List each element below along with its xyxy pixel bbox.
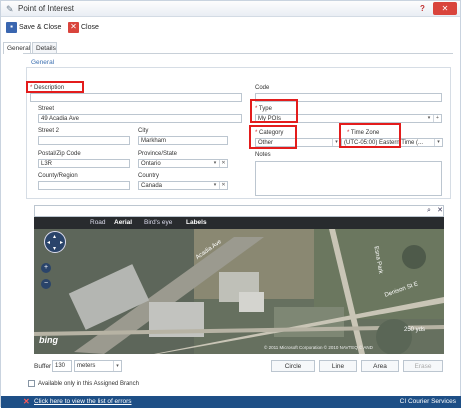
notes-textarea[interactable] bbox=[255, 161, 442, 196]
pin-icon: ✎ bbox=[6, 4, 14, 14]
street-label: Street bbox=[38, 106, 55, 112]
description-input[interactable] bbox=[30, 93, 242, 102]
chevron-down-icon: ▾ bbox=[213, 160, 217, 166]
erase-button[interactable]: Erase bbox=[403, 360, 443, 372]
city-input[interactable]: Markham bbox=[138, 136, 228, 145]
buffer-unit-select[interactable]: meters ▾ bbox=[74, 360, 122, 372]
line-button[interactable]: Line bbox=[319, 360, 357, 372]
map-tab-road[interactable]: Road bbox=[90, 219, 106, 226]
status-bar: ✕ Click here to view the list of errors … bbox=[1, 396, 461, 408]
section-title: General bbox=[31, 59, 55, 66]
map-tab-birds-eye[interactable]: Bird's eye bbox=[144, 219, 172, 226]
country-value: Canada bbox=[141, 183, 163, 189]
county-input[interactable] bbox=[38, 181, 130, 190]
error-icon: ✕ bbox=[23, 397, 30, 406]
chevron-down-icon: ▾ bbox=[213, 182, 217, 188]
pan-down-icon[interactable]: ▾ bbox=[53, 245, 56, 252]
scale-bar-label: 250 yds bbox=[404, 327, 426, 333]
country-select[interactable]: Canada ▾ ✕ bbox=[138, 181, 228, 190]
zoom-out-icon[interactable]: − bbox=[41, 279, 51, 289]
map-tab-aerial[interactable]: Aerial bbox=[114, 219, 132, 226]
search-icon[interactable]: ⌕ bbox=[424, 205, 434, 217]
street-input[interactable]: 49 Acadia Ave bbox=[38, 114, 242, 123]
postal-label: Postal/Zip Code bbox=[38, 151, 81, 157]
province-label: Province/State bbox=[138, 151, 178, 157]
company-name: CI Courier Services bbox=[399, 398, 456, 405]
type-highlight bbox=[250, 99, 298, 123]
save-close-button[interactable]: ▪ Save & Close bbox=[6, 20, 61, 34]
close-button[interactable]: ✕ Close bbox=[68, 20, 99, 34]
buffer-unit-value: meters bbox=[77, 363, 96, 369]
pan-left-icon[interactable]: ◂ bbox=[47, 239, 50, 246]
close-label: Close bbox=[81, 23, 99, 31]
clear-icon[interactable]: ✕ bbox=[219, 160, 227, 167]
branch-checkbox-label: Available only in this Assigned Branch bbox=[38, 381, 139, 387]
province-value: Ontario bbox=[141, 161, 161, 167]
pan-right-icon[interactable]: ▸ bbox=[60, 239, 63, 246]
error-list-link[interactable]: Click here to view the list of errors bbox=[34, 398, 132, 405]
pan-control[interactable]: ▴ ▾ ◂ ▸ bbox=[44, 231, 66, 253]
code-label: Code bbox=[255, 85, 270, 91]
map-tab-labels[interactable]: Labels bbox=[186, 219, 207, 226]
postal-input[interactable]: L3R bbox=[38, 159, 130, 168]
close-window-button[interactable]: ✕ bbox=[433, 2, 457, 15]
map-search-input[interactable] bbox=[34, 205, 444, 217]
notes-label: Notes bbox=[255, 152, 271, 158]
add-icon[interactable]: + bbox=[433, 115, 441, 122]
street2-label: Street 2 bbox=[38, 128, 60, 134]
title-bar: ✎ Point of Interest ? ✕ bbox=[1, 1, 460, 17]
bing-logo: bing bbox=[39, 335, 58, 345]
map-toolbar: Road Aerial Bird's eye Labels bbox=[34, 217, 444, 229]
save-icon: ▪ bbox=[6, 21, 17, 33]
window-title: Point of Interest bbox=[18, 4, 75, 13]
pan-up-icon[interactable]: ▴ bbox=[53, 233, 56, 240]
zoom-in-icon[interactable]: + bbox=[41, 263, 51, 273]
timezone-highlight bbox=[339, 123, 401, 148]
aerial-imagery bbox=[34, 217, 444, 354]
chevron-down-icon: ▾ bbox=[434, 139, 442, 146]
buffer-label: Buffer bbox=[34, 363, 52, 370]
chevron-down-icon: ▾ bbox=[427, 115, 431, 121]
country-label: Country bbox=[138, 173, 160, 179]
close-icon: ✕ bbox=[68, 21, 79, 33]
help-icon[interactable]: ? bbox=[420, 4, 425, 13]
save-close-label: Save & Close bbox=[19, 23, 62, 31]
chevron-down-icon: ▾ bbox=[113, 361, 121, 371]
clear-icon[interactable]: ✕ bbox=[219, 182, 227, 189]
circle-button[interactable]: Circle bbox=[271, 360, 315, 372]
category-highlight bbox=[249, 125, 297, 149]
street2-input[interactable] bbox=[38, 136, 130, 145]
clear-search-icon[interactable]: ✕ bbox=[435, 205, 445, 217]
poi-window: ✎ Point of Interest ? ✕ ▪ Save & Close ✕… bbox=[0, 0, 461, 408]
area-button[interactable]: Area bbox=[361, 360, 399, 372]
city-label: City bbox=[138, 128, 149, 134]
county-label: County/Region bbox=[38, 173, 78, 179]
description-highlight bbox=[26, 81, 84, 93]
province-select[interactable]: Ontario ▾ ✕ bbox=[138, 159, 228, 168]
buffer-input[interactable]: 130 bbox=[52, 360, 72, 372]
branch-checkbox[interactable] bbox=[28, 380, 35, 387]
map-view[interactable]: Road Aerial Bird's eye Labels ▴ ▾ ◂ ▸ + … bbox=[34, 217, 444, 354]
toolbar: ▪ Save & Close ✕ Close bbox=[1, 17, 460, 41]
map-copyright: © 2011 Microsoft Corporation © 2010 NAVT… bbox=[264, 345, 373, 350]
